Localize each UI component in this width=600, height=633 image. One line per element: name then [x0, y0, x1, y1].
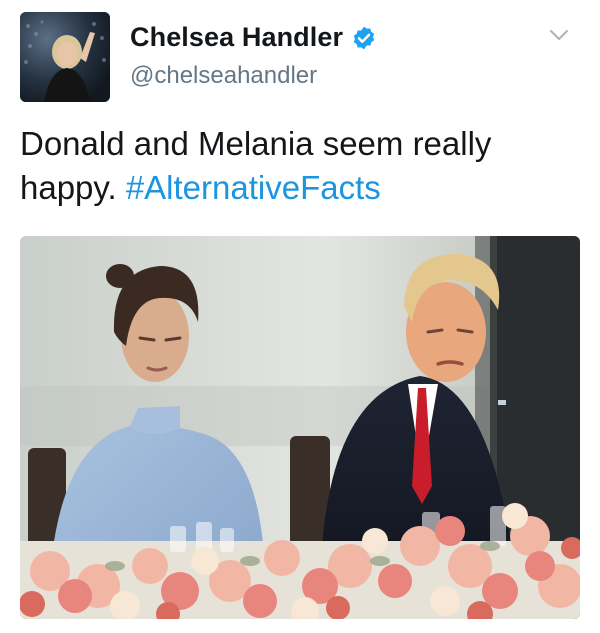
chevron-down-icon[interactable]	[548, 27, 570, 43]
photo-image	[20, 236, 580, 619]
tweet-text: Donald and Melania seem really happy. #A…	[20, 122, 580, 210]
tweet-photo[interactable]	[20, 236, 580, 619]
hashtag-link[interactable]: #AlternativeFacts	[126, 169, 381, 206]
verified-badge-icon	[351, 25, 377, 51]
user-handle[interactable]: @chelseahandler	[130, 62, 317, 90]
avatar-image	[20, 12, 110, 102]
tweet-card: Chelsea Handler @chelseahandler Donald a…	[0, 0, 600, 633]
author-name-row: Chelsea Handler	[130, 22, 377, 53]
display-name[interactable]: Chelsea Handler	[130, 22, 343, 53]
avatar[interactable]	[20, 12, 110, 102]
